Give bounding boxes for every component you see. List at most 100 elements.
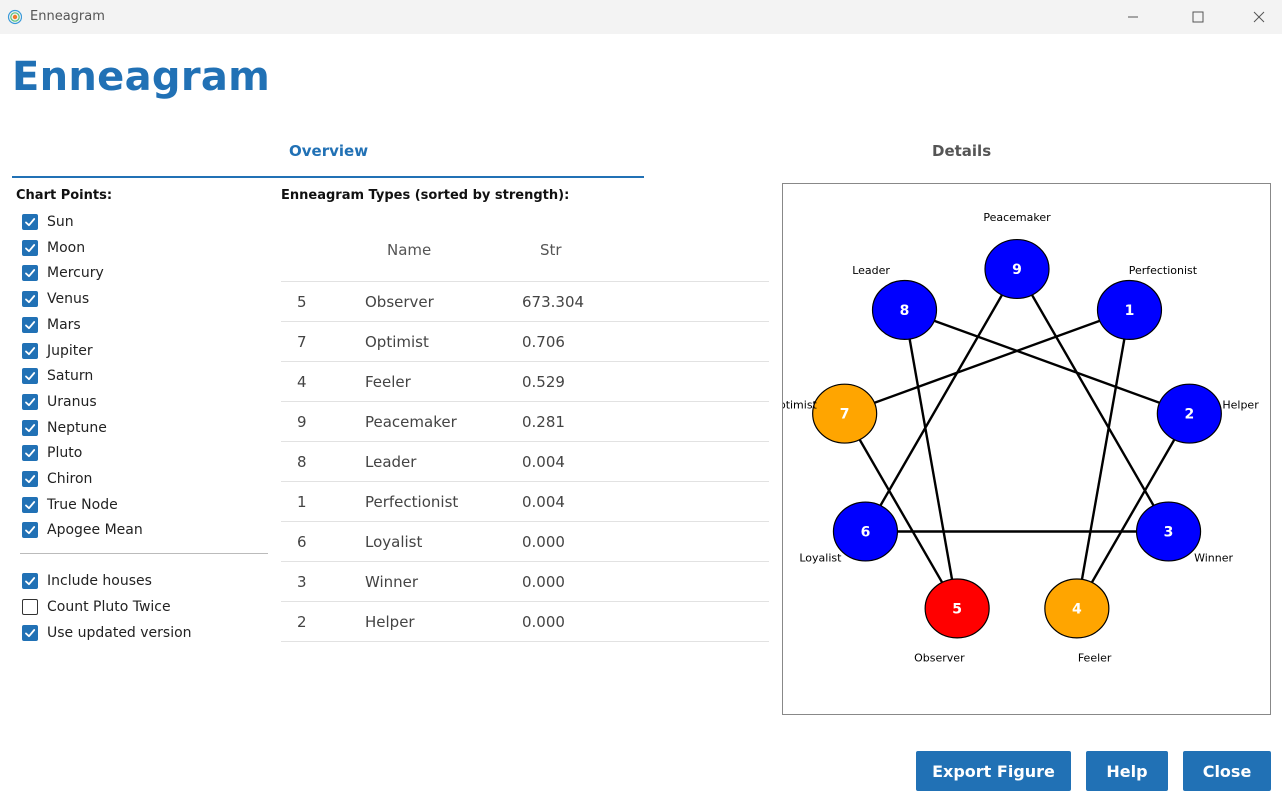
checkbox[interactable] xyxy=(22,239,38,256)
type-name: Loyalist xyxy=(365,533,423,551)
type-strength: 0.004 xyxy=(522,493,565,511)
checkbox[interactable] xyxy=(22,496,38,513)
help-button[interactable]: Help xyxy=(1086,751,1168,791)
node-number: 8 xyxy=(900,303,910,319)
table-row[interactable]: 4 Feeler 0.529 xyxy=(281,361,769,401)
types-table-heading: Enneagram Types (sorted by strength): xyxy=(281,188,570,203)
checkbox-label: Pluto xyxy=(47,445,83,462)
table-row[interactable]: 8 Leader 0.004 xyxy=(281,441,769,481)
checkbox[interactable] xyxy=(22,342,38,359)
table-row[interactable]: 1 Perfectionist 0.004 xyxy=(281,481,769,521)
checkbox[interactable] xyxy=(22,445,38,462)
type-name: Feeler xyxy=(365,373,411,391)
type-name: Winner xyxy=(365,573,419,591)
checkbox-apogee-mean[interactable]: Apogee Mean xyxy=(22,519,143,541)
checkbox-moon[interactable]: Moon xyxy=(22,237,85,259)
node-label: Perfectionist xyxy=(1129,264,1198,277)
checkbox-label: Apogee Mean xyxy=(47,522,143,539)
checkbox-uranus[interactable]: Uranus xyxy=(22,391,97,413)
checkmark-icon xyxy=(25,629,36,638)
table-row[interactable]: 6 Loyalist 0.000 xyxy=(281,521,769,561)
checkmark-icon xyxy=(25,372,36,381)
type-name: Perfectionist xyxy=(365,493,459,511)
node-number: 3 xyxy=(1164,525,1174,541)
checkbox-count-pluto-twice[interactable]: Count Pluto Twice xyxy=(22,596,171,618)
checkmark-icon xyxy=(25,423,36,432)
checkmark-icon xyxy=(25,346,36,355)
checkbox-saturn[interactable]: Saturn xyxy=(22,365,93,387)
type-name: Optimist xyxy=(365,333,429,351)
checkbox-mercury[interactable]: Mercury xyxy=(22,262,104,284)
node-label: Observer xyxy=(914,651,965,664)
checkbox[interactable] xyxy=(22,419,38,436)
table-row[interactable]: 3 Winner 0.000 xyxy=(281,561,769,601)
checkbox[interactable] xyxy=(22,625,38,641)
type-strength: 0.000 xyxy=(522,613,565,631)
checkbox-label: Venus xyxy=(47,291,90,308)
minimize-button[interactable] xyxy=(1110,0,1156,34)
checkbox-jupiter[interactable]: Jupiter xyxy=(22,340,93,362)
node-number: 7 xyxy=(840,407,850,423)
checkbox[interactable] xyxy=(22,573,38,589)
table-row[interactable]: 7 Optimist 0.706 xyxy=(281,321,769,361)
node-number: 2 xyxy=(1184,407,1194,423)
checkbox-mars[interactable]: Mars xyxy=(22,314,81,336)
node-number: 4 xyxy=(1072,601,1082,617)
table-row[interactable]: 5 Observer 673.304 xyxy=(281,281,769,321)
export-figure-button[interactable]: Export Figure xyxy=(916,751,1071,791)
checkbox[interactable] xyxy=(22,368,38,385)
checkbox-true-node[interactable]: True Node xyxy=(22,494,118,516)
checkbox-use-updated-version[interactable]: Use updated version xyxy=(22,622,192,644)
type-strength: 0.004 xyxy=(522,453,565,471)
checkmark-icon xyxy=(25,218,36,227)
checkbox-label: Mercury xyxy=(47,265,104,282)
maximize-button[interactable] xyxy=(1175,0,1221,34)
checkbox-venus[interactable]: Venus xyxy=(22,288,89,310)
checkmark-icon xyxy=(25,243,36,252)
checkbox-label: Use updated version xyxy=(47,625,192,641)
checkbox[interactable] xyxy=(22,393,38,410)
column-header-name: Name xyxy=(387,241,432,259)
type-strength: 0.281 xyxy=(522,413,565,431)
tab-details[interactable]: Details xyxy=(932,142,991,160)
checkbox[interactable] xyxy=(22,214,38,230)
checkbox-label: Count Pluto Twice xyxy=(47,599,171,615)
node-label: Loyalist xyxy=(799,552,842,565)
checkbox-include-houses[interactable]: Include houses xyxy=(22,570,152,592)
checkbox[interactable] xyxy=(22,471,38,487)
checkbox-chiron[interactable]: Chiron xyxy=(22,468,92,490)
type-rank: 7 xyxy=(297,333,307,351)
type-rank: 1 xyxy=(297,493,307,511)
checkbox-sun[interactable]: Sun xyxy=(22,211,74,233)
close-window-button[interactable] xyxy=(1236,0,1282,34)
active-tab-indicator xyxy=(12,176,644,178)
checkbox-label: True Node xyxy=(47,496,118,513)
node-number: 1 xyxy=(1125,303,1135,319)
type-strength: 0.000 xyxy=(522,533,565,551)
checkbox[interactable] xyxy=(22,291,38,308)
column-header-str: Str xyxy=(540,241,562,259)
table-row[interactable]: 9 Peacemaker 0.281 xyxy=(281,401,769,441)
maximize-icon xyxy=(1192,11,1204,23)
table-row[interactable]: 2 Helper 0.000 xyxy=(281,601,769,641)
checkbox[interactable] xyxy=(22,599,38,615)
checkbox[interactable] xyxy=(22,522,38,539)
close-button[interactable]: Close xyxy=(1183,751,1271,791)
page-title: Enneagram xyxy=(12,54,271,100)
type-rank: 9 xyxy=(297,413,307,431)
checkbox-neptune[interactable]: Neptune xyxy=(22,417,107,439)
type-rank: 4 xyxy=(297,373,307,391)
tab-overview[interactable]: Overview xyxy=(289,142,368,160)
type-rank: 3 xyxy=(297,573,307,591)
chart-points-heading: Chart Points: xyxy=(16,188,113,203)
type-name: Observer xyxy=(365,293,434,311)
checkmark-icon xyxy=(25,295,36,304)
checkbox-label: Jupiter xyxy=(47,342,93,359)
checkbox-pluto[interactable]: Pluto xyxy=(22,442,82,464)
checkbox-label: Include houses xyxy=(47,573,152,589)
node-label: Leader xyxy=(852,264,890,277)
type-rank: 6 xyxy=(297,533,307,551)
checkmark-icon xyxy=(25,449,36,458)
checkbox[interactable] xyxy=(22,316,38,333)
checkbox[interactable] xyxy=(22,265,38,282)
